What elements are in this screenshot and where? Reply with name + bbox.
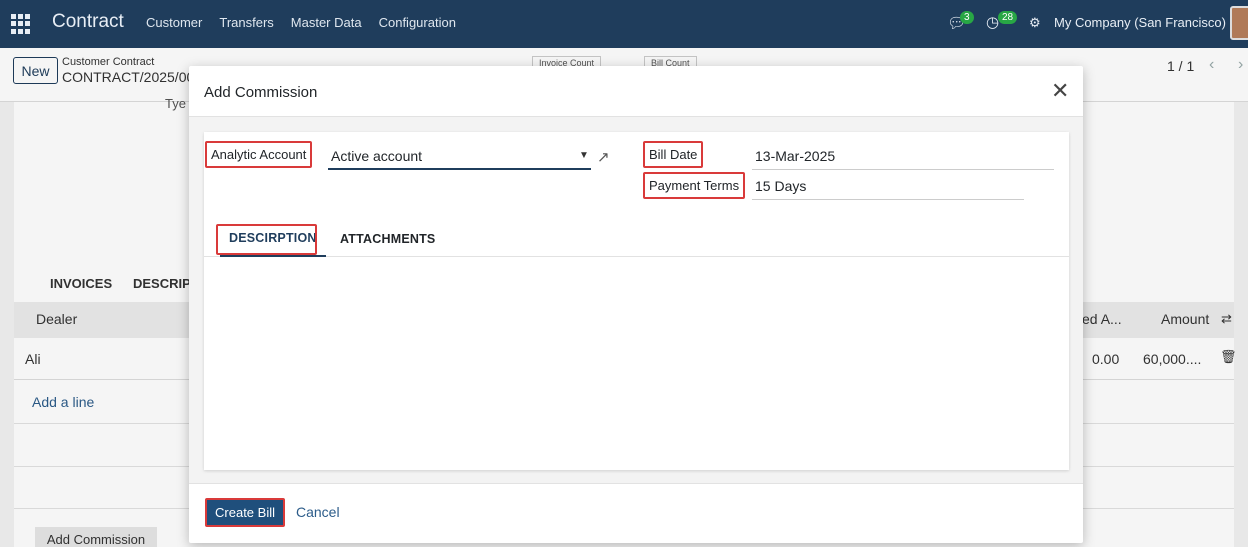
bill-date-field[interactable]: 13-Mar-2025 bbox=[752, 146, 1054, 170]
top-navbar: Contract Customer Transfers Master Data … bbox=[0, 0, 1248, 48]
company-name[interactable]: My Company (San Francisco) bbox=[1054, 15, 1226, 30]
tab-attachments[interactable]: ATTACHMENTS bbox=[331, 221, 444, 257]
dropdown-caret-icon[interactable]: ▼ bbox=[579, 150, 589, 161]
analytic-account-field[interactable]: Active account bbox=[328, 146, 591, 170]
dialog-body bbox=[189, 116, 1083, 484]
close-icon[interactable]: ✕ bbox=[1051, 80, 1069, 102]
tab-highlight bbox=[216, 224, 317, 255]
add-commission-dialog: Add Commission ✕ Analytic Account Active… bbox=[189, 66, 1083, 543]
tab-description[interactable]: DESCIRPTION bbox=[216, 221, 326, 257]
external-link-icon[interactable]: ↗ bbox=[597, 148, 610, 166]
dialog-tabs: DESCIRPTION ATTACHMENTS bbox=[204, 221, 1069, 257]
app-brand[interactable]: Contract bbox=[52, 11, 124, 33]
cancel-button[interactable]: Cancel bbox=[296, 504, 340, 520]
activity-count-badge: 28 bbox=[998, 11, 1018, 24]
payment-terms-label: Payment Terms bbox=[643, 172, 746, 199]
dialog-footer: Create Bill Cancel bbox=[189, 484, 1083, 543]
user-avatar[interactable] bbox=[1230, 6, 1248, 40]
dialog-title: Add Commission bbox=[204, 84, 318, 101]
create-bill-label: Create Bill bbox=[215, 505, 275, 520]
menu-item-master-data[interactable]: Master Data bbox=[291, 15, 362, 30]
bill-date-label: Bill Date bbox=[643, 141, 704, 168]
menu-item-configuration[interactable]: Configuration bbox=[379, 15, 456, 30]
menu-item-customer[interactable]: Customer bbox=[146, 15, 202, 30]
chat-count-badge: 3 bbox=[960, 11, 974, 24]
create-bill-button[interactable]: Create Bill bbox=[205, 498, 285, 527]
menu-item-transfers[interactable]: Transfers bbox=[219, 15, 273, 30]
payment-terms-field[interactable]: 15 Days bbox=[752, 176, 1024, 200]
analytic-account-label: Analytic Account bbox=[205, 141, 313, 168]
main-menu: Customer Transfers Master Data Configura… bbox=[146, 15, 473, 30]
company-switch-icon[interactable]: ⚙ bbox=[1029, 15, 1041, 31]
apps-grid-icon[interactable] bbox=[11, 14, 31, 34]
